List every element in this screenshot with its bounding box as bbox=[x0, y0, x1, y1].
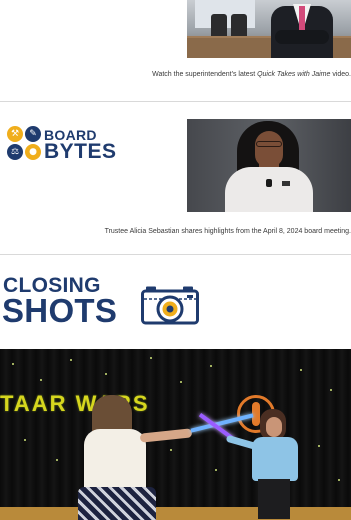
board-bytes-video-thumbnail[interactable] bbox=[187, 119, 351, 212]
section-divider bbox=[0, 254, 351, 255]
quick-takes-caption: Watch the superintendent's latest Quick … bbox=[152, 71, 351, 78]
board-bytes-logo: ⚒ ✎ ⚖ ● BOARD BYTES bbox=[7, 126, 129, 164]
gavel-icon: ⚒ bbox=[7, 126, 23, 142]
camera-icon bbox=[141, 286, 199, 325]
quick-takes-video-thumbnail[interactable] bbox=[187, 0, 351, 58]
board-bytes-word-bytes: BYTES bbox=[44, 140, 117, 163]
superintendent-figure bbox=[267, 0, 337, 58]
quick-takes-link-text[interactable]: Quick Takes with Jaime bbox=[257, 71, 330, 78]
closing-shots-word-shots: SHOTS bbox=[2, 292, 118, 329]
scales-icon: ⚖ bbox=[7, 144, 23, 160]
pen-icon: ✎ bbox=[25, 126, 41, 142]
section-divider bbox=[0, 101, 351, 102]
board-bytes-caption: Trustee Alicia Sebastian shares highligh… bbox=[104, 228, 351, 235]
closing-shots-photo: TAAR WARS bbox=[0, 349, 351, 520]
quick-takes-section: Watch the superintendent's latest Quick … bbox=[0, 0, 351, 100]
bulb-icon: ● bbox=[25, 144, 41, 160]
board-bytes-badges: ⚒ ✎ ⚖ ● bbox=[7, 126, 43, 162]
